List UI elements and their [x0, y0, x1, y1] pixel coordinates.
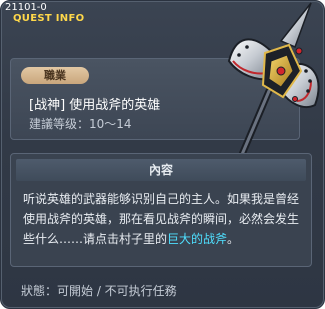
battle-axe-icon	[227, 2, 320, 176]
quest-name: [战神] 使用战斧的英雄	[29, 98, 161, 113]
content-text-end: 。	[227, 232, 240, 246]
quest-status: 狀態：可開始 / 不可执行任務	[21, 284, 177, 298]
content-text-body: 听说英雄的武器能够识别自己的主人。如果我是曾经使用战斧的英雄，那在看见战斧的瞬间…	[23, 192, 300, 246]
job-tag: 職業	[21, 67, 89, 84]
quest-target-link[interactable]: 巨大的战斧	[167, 232, 227, 246]
quest-level: 建議等级：10～14	[29, 117, 132, 131]
quest-info-window: 21101-0 QUEST INFO 職業 [战神] 使用战斧的英雄 建議等级：…	[0, 0, 325, 309]
quest-content-box: 內容 听说英雄的武器能够识别自己的主人。如果我是曾经使用战斧的英雄，那在看见战斧…	[10, 153, 312, 267]
content-header: 內容	[16, 159, 306, 181]
window-title: QUEST INFO	[13, 13, 85, 24]
content-text: 听说英雄的武器能够识别自己的主人。如果我是曾经使用战斧的英雄，那在看见战斧的瞬间…	[23, 189, 305, 249]
